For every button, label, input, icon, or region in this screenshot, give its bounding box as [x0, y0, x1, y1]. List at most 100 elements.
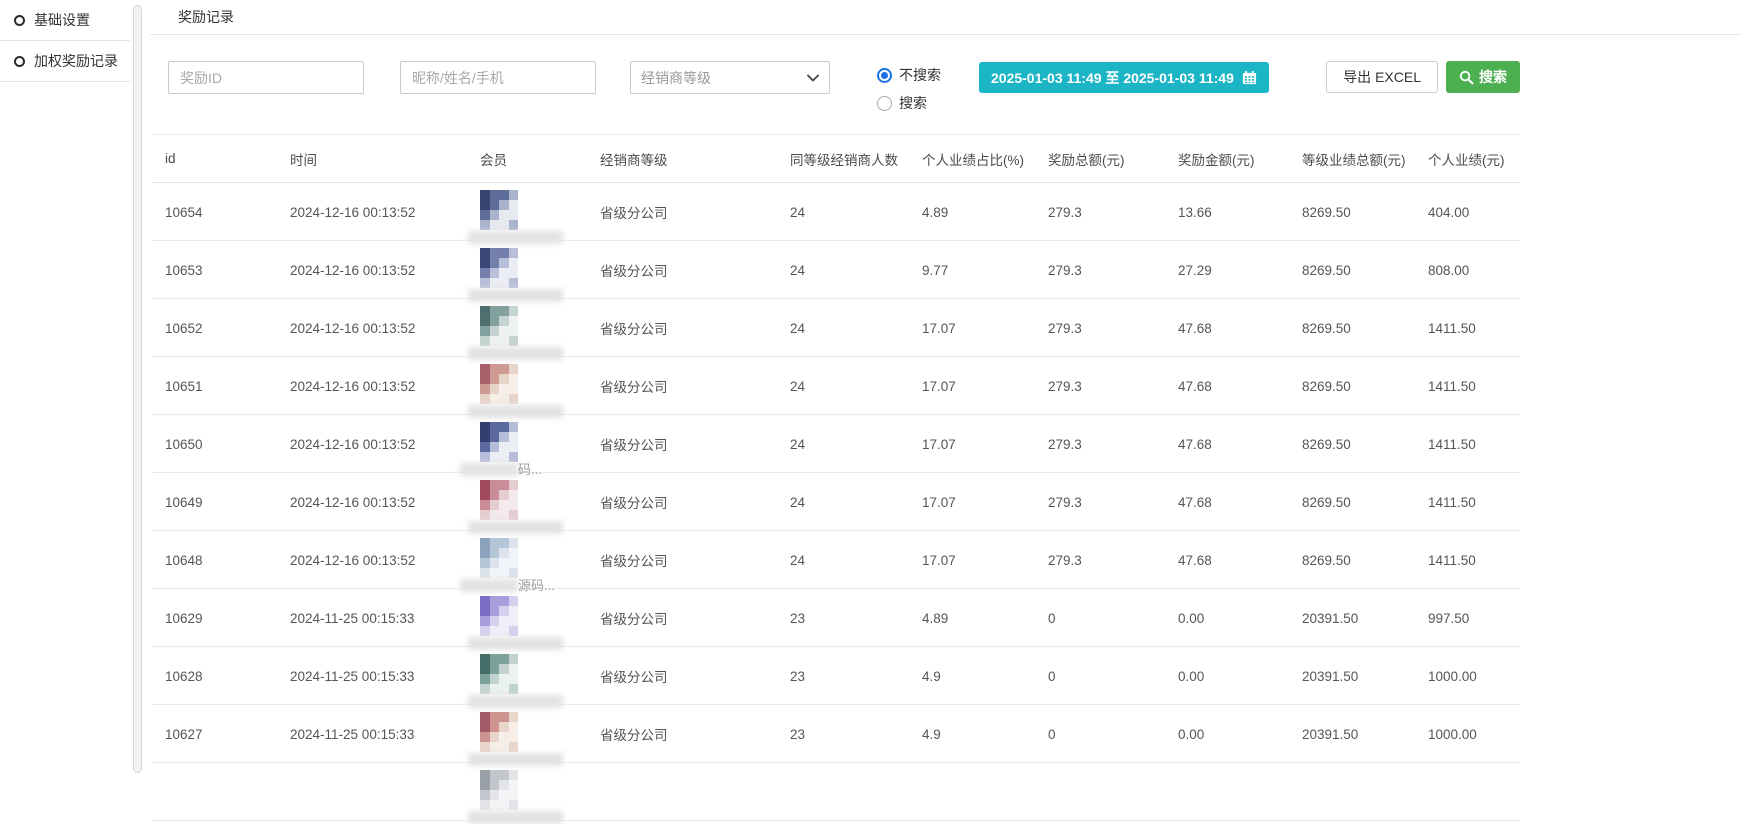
cell-reward-total: 279.3 [1048, 321, 1178, 336]
cell-personal-ratio: 4.9 [922, 669, 1048, 684]
table-row: 106542024-12-16 00:13:52省级分公司244.89279.3… [152, 183, 1520, 241]
cell-reward-amount: 13.66 [1178, 205, 1302, 220]
sidebar-item-label: 加权奖励记录 [34, 51, 118, 71]
cell-personal-ratio: 4.9 [922, 727, 1048, 742]
cell-peer-count: 23 [790, 611, 922, 626]
search-mode-radio-group: 不搜索 搜索 [877, 61, 941, 113]
sidebar-item-basic-settings[interactable]: 基础设置 [0, 0, 130, 41]
cell-id: 10654 [165, 205, 290, 220]
search-button[interactable]: 搜索 [1446, 61, 1520, 93]
member-avatar [480, 422, 518, 462]
cell-id: 10627 [165, 727, 290, 742]
table-row: 106512024-12-16 00:13:52省级分公司2417.07279.… [152, 357, 1520, 415]
column-header: 等级业绩总额(元) [1302, 149, 1428, 169]
circle-icon [14, 15, 25, 26]
page-title-row: 奖励记录 [150, 0, 1742, 35]
column-header: 会员 [480, 149, 600, 169]
chevron-down-icon [807, 74, 819, 82]
cell-reward-amount: 47.68 [1178, 495, 1302, 510]
table-header: id时间会员经销商等级同等级经销商人数个人业绩占比(%)奖励总额(元)奖励金额(… [152, 134, 1520, 183]
reward-id-input[interactable] [168, 61, 364, 94]
cell-level-total: 8269.50 [1302, 321, 1428, 336]
cell-personal-ratio: 4.89 [922, 611, 1048, 626]
member-avatar [480, 712, 518, 752]
circle-icon [14, 56, 25, 67]
radio-no-search[interactable]: 不搜索 [877, 65, 941, 85]
cell-member [480, 357, 600, 415]
cell-time: 2024-11-25 00:15:33 [290, 727, 480, 742]
cell-reward-amount: 47.68 [1178, 437, 1302, 452]
cell-id: 10652 [165, 321, 290, 336]
cell-reward-amount: 47.68 [1178, 379, 1302, 394]
sidebar-item-label: 基础设置 [34, 10, 90, 30]
dealer-level-select-value: 经销商等级 [641, 68, 711, 88]
cell-level-total: 20391.50 [1302, 727, 1428, 742]
radio-search[interactable]: 搜索 [877, 93, 941, 113]
cell-personal-ratio: 17.07 [922, 495, 1048, 510]
cell-reward-total: 279.3 [1048, 263, 1178, 278]
cell-peer-count: 24 [790, 495, 922, 510]
cell-dealer-level: 省级分公司 [600, 260, 790, 280]
cell-reward-total: 279.3 [1048, 553, 1178, 568]
cell-personal: 1411.50 [1428, 495, 1520, 510]
cell-personal: 1000.00 [1428, 727, 1520, 742]
cell-level-total: 8269.50 [1302, 205, 1428, 220]
cell-personal: 1000.00 [1428, 669, 1520, 684]
cell-reward-total: 279.3 [1048, 495, 1178, 510]
member-avatar [480, 190, 518, 230]
cell-personal: 1411.50 [1428, 321, 1520, 336]
member-avatar [480, 538, 518, 578]
calendar-icon [1242, 70, 1257, 85]
cell-personal: 1411.50 [1428, 553, 1520, 568]
cell-dealer-level: 省级分公司 [600, 666, 790, 686]
reward-table: id时间会员经销商等级同等级经销商人数个人业绩占比(%)奖励总额(元)奖励金额(… [152, 134, 1520, 821]
cell-personal-ratio: 17.07 [922, 553, 1048, 568]
table-row [152, 763, 1520, 821]
date-range-button[interactable]: 2025-01-03 11:49 至 2025-01-03 11:49 [979, 62, 1269, 93]
cell-reward-total: 279.3 [1048, 437, 1178, 452]
cell-member: 码... [480, 415, 600, 473]
column-header: 个人业绩(元) [1428, 149, 1520, 169]
dealer-level-select[interactable]: 经销商等级 [630, 61, 830, 94]
radio-no-search-label: 不搜索 [899, 65, 941, 85]
cell-member: 源码... [480, 531, 600, 589]
scrollbar-thumb[interactable] [133, 5, 142, 773]
cell-peer-count: 24 [790, 263, 922, 278]
column-header: 奖励金额(元) [1178, 149, 1302, 169]
cell-dealer-level: 省级分公司 [600, 492, 790, 512]
member-avatar [480, 480, 518, 520]
cell-peer-count: 24 [790, 321, 922, 336]
member-avatar [480, 364, 518, 404]
nickname-input[interactable] [400, 61, 596, 94]
main-content: 奖励记录 经销商等级 不搜索 搜索 2025-01-03 11:49 至 202… [150, 0, 1742, 821]
table-row: 106482024-12-16 00:13:52源码...省级分公司2417.0… [152, 531, 1520, 589]
cell-personal-ratio: 17.07 [922, 379, 1048, 394]
table-row: 106502024-12-16 00:13:52码...省级分公司2417.07… [152, 415, 1520, 473]
table-body: 106542024-12-16 00:13:52省级分公司244.89279.3… [152, 183, 1520, 821]
cell-time: 2024-11-25 00:15:33 [290, 669, 480, 684]
cell-level-total: 20391.50 [1302, 611, 1428, 626]
member-avatar [480, 654, 518, 694]
cell-member [480, 299, 600, 357]
radio-search-label: 搜索 [899, 93, 927, 113]
cell-dealer-level: 省级分公司 [600, 724, 790, 744]
sidebar-scrollbar[interactable] [130, 0, 145, 779]
export-excel-button[interactable]: 导出 EXCEL [1326, 61, 1438, 93]
cell-peer-count: 24 [790, 379, 922, 394]
cell-time: 2024-12-16 00:13:52 [290, 205, 480, 220]
cell-reward-total: 279.3 [1048, 379, 1178, 394]
cell-reward-amount: 47.68 [1178, 321, 1302, 336]
cell-personal: 1411.50 [1428, 437, 1520, 452]
cell-reward-total: 279.3 [1048, 205, 1178, 220]
member-avatar [480, 248, 518, 288]
cell-member [480, 473, 600, 531]
cell-personal: 808.00 [1428, 263, 1520, 278]
cell-member [480, 647, 600, 705]
column-header: id [165, 151, 290, 166]
cell-id: 10650 [165, 437, 290, 452]
member-avatar [480, 596, 518, 636]
table-row: 106272024-11-25 00:15:33省级分公司234.900.002… [152, 705, 1520, 763]
sidebar-item-weighted-reward-records[interactable]: 加权奖励记录 [0, 41, 130, 82]
column-header: 奖励总额(元) [1048, 149, 1178, 169]
cell-peer-count: 23 [790, 727, 922, 742]
